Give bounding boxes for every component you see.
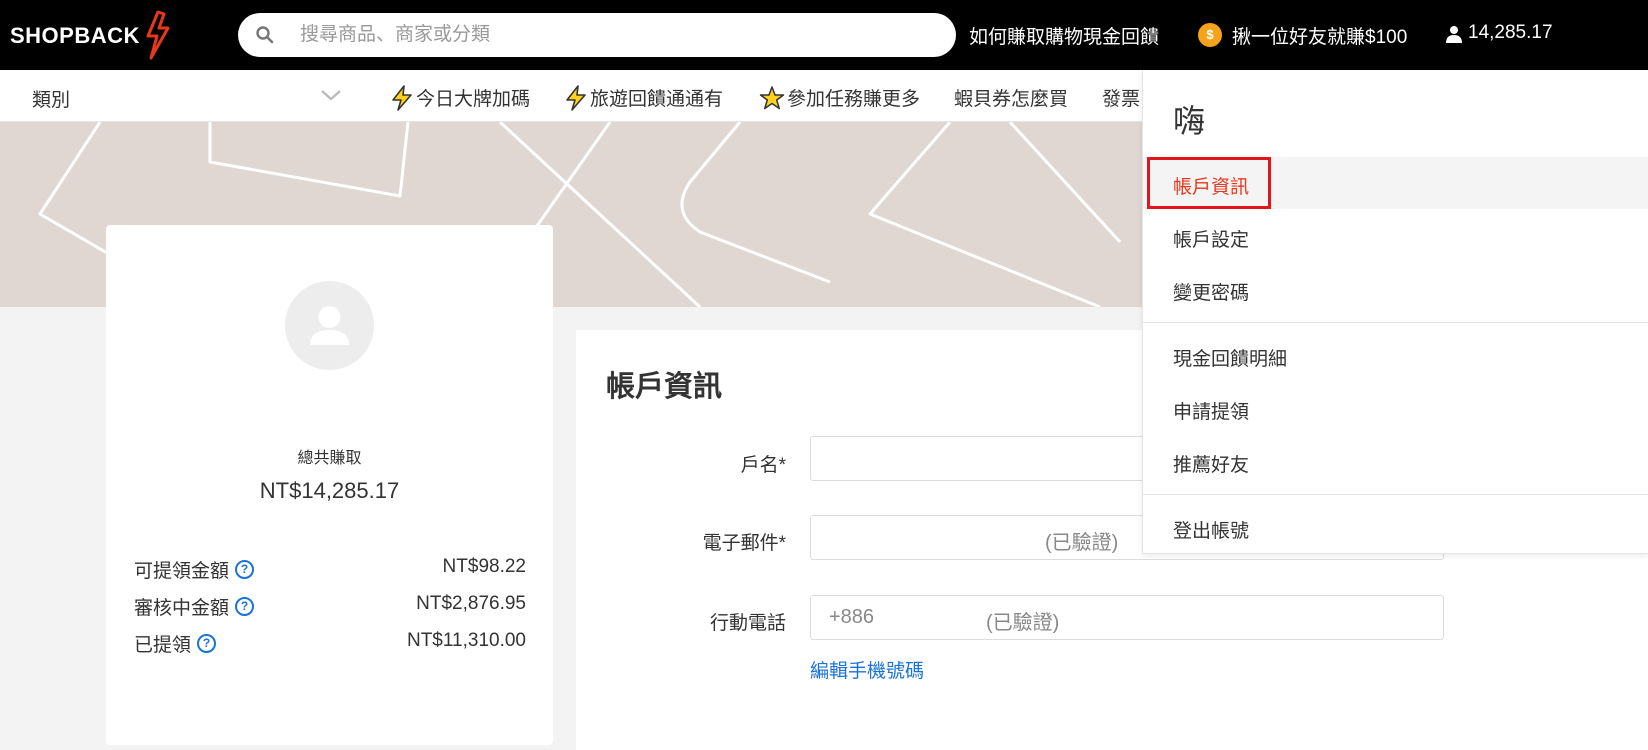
withdrawable-label: 可提領金額: [134, 561, 230, 582]
menu-item-label: 推薦好友: [1173, 455, 1250, 476]
nav-item-label: 發票: [1102, 89, 1141, 110]
menu-item-account-settings[interactable]: 帳戶設定: [1143, 210, 1648, 262]
nav-item-label: 旅遊回饋通通有: [590, 89, 724, 110]
phone-label: 行動電話: [709, 613, 786, 634]
nav-item-label: 蝦貝券怎麼買: [954, 89, 1069, 110]
name-label: 戶名*: [740, 455, 786, 476]
pending-row: 審核中金額 ? NT$2,876.95: [134, 593, 526, 619]
total-earned-value: NT$14,285.17: [259, 478, 400, 503]
chevron-down-icon[interactable]: [320, 88, 342, 102]
edit-phone-link[interactable]: 編輯手機號碼: [810, 656, 924, 683]
nav-item-travel[interactable]: 旅遊回饋通通有: [564, 84, 723, 111]
menu-item-change-password[interactable]: 變更密碼: [1143, 263, 1648, 315]
help-icon[interactable]: ?: [235, 560, 255, 579]
account-balance-button[interactable]: 14,285.17: [1468, 22, 1553, 44]
lightning-icon: [392, 84, 412, 111]
search-input[interactable]: [300, 21, 920, 49]
menu-item-refer-friends[interactable]: 推薦好友: [1143, 435, 1648, 487]
lightning-icon: [566, 84, 586, 111]
nav-item-label: 參加任務賺更多: [787, 89, 921, 110]
menu-divider: [1143, 494, 1648, 495]
menu-divider: [1143, 322, 1648, 323]
menu-item-logout[interactable]: 登出帳號: [1143, 501, 1648, 553]
nav-item-label: 今日大牌加碼: [416, 89, 531, 110]
page-title: 帳戶資訊: [606, 371, 723, 403]
avatar[interactable]: [285, 281, 374, 370]
category-dropdown-label[interactable]: 類別: [32, 85, 70, 112]
phone-field[interactable]: +886 (已驗證): [810, 595, 1444, 640]
search-icon: [256, 26, 274, 44]
total-earned-label: 總共賺取: [297, 450, 362, 467]
withdrawn-value: NT$11,310.00: [406, 630, 526, 651]
menu-item-label: 登出帳號: [1173, 521, 1250, 542]
menu-item-label: 現金回饋明細: [1173, 349, 1288, 370]
menu-item-account-info[interactable]: 帳戶資訊: [1143, 157, 1648, 209]
nav-item-brand-boost[interactable]: 今日大牌加碼: [390, 84, 530, 111]
account-dropdown-menu: 嗨 帳戶資訊 帳戶設定 變更密碼 現金回饋明細 申請提領 推薦好友 登出帳號: [1142, 70, 1648, 554]
withdrawable-row: 可提領金額 ? NT$98.22: [134, 556, 526, 582]
user-avatar-icon: [310, 306, 349, 345]
phone-prefix: +886: [829, 606, 875, 628]
help-icon[interactable]: ?: [235, 597, 255, 616]
withdrawn-label: 已提領: [134, 635, 192, 656]
menu-item-label: 申請提領: [1173, 402, 1250, 423]
profile-card: 總共賺取 NT$14,285.17 可提領金額 ? NT$98.22 審核中金額…: [106, 225, 553, 745]
shopback-logo[interactable]: SHOPBACK: [10, 10, 172, 60]
pending-label: 審核中金額: [134, 598, 230, 619]
menu-item-label: 變更密碼: [1173, 283, 1250, 304]
top-bar: SHOPBACK 如何賺取購物現金回饋 $ 揪一位好友就賺$100 14,285…: [0, 0, 1648, 70]
greeting: 嗨: [1173, 103, 1206, 139]
withdrawable-value: NT$98.22: [442, 556, 526, 577]
nav-item-invoice[interactable]: 發票: [1102, 84, 1140, 111]
how-to-earn-link[interactable]: 如何賺取購物現金回饋: [969, 22, 1159, 49]
search-bar[interactable]: [238, 13, 956, 57]
menu-item-cashback-details[interactable]: 現金回饋明細: [1143, 329, 1648, 381]
nav-item-missions[interactable]: 參加任務賺更多: [759, 84, 920, 111]
email-label: 電子郵件*: [702, 533, 786, 554]
pending-value: NT$2,876.95: [416, 593, 526, 614]
menu-item-label: 帳戶設定: [1173, 230, 1250, 251]
help-icon[interactable]: ?: [197, 634, 217, 653]
menu-item-withdraw[interactable]: 申請提領: [1143, 382, 1648, 434]
email-verified-status: (已驗證): [1045, 532, 1119, 554]
logo-text: SHOPBACK: [10, 23, 140, 48]
highlight-box: [1147, 157, 1271, 209]
withdrawn-row: 已提領 ? NT$11,310.00: [134, 630, 526, 656]
refer-friend-link[interactable]: 揪一位好友就賺$100: [1232, 22, 1407, 49]
nav-item-voucher[interactable]: 蝦貝券怎麼買: [954, 84, 1068, 111]
star-icon: [759, 85, 785, 109]
user-icon[interactable]: [1446, 25, 1462, 43]
coin-icon: $: [1198, 23, 1222, 47]
phone-verified-status: (已驗證): [986, 612, 1060, 634]
lightning-logo-icon: [146, 10, 170, 60]
